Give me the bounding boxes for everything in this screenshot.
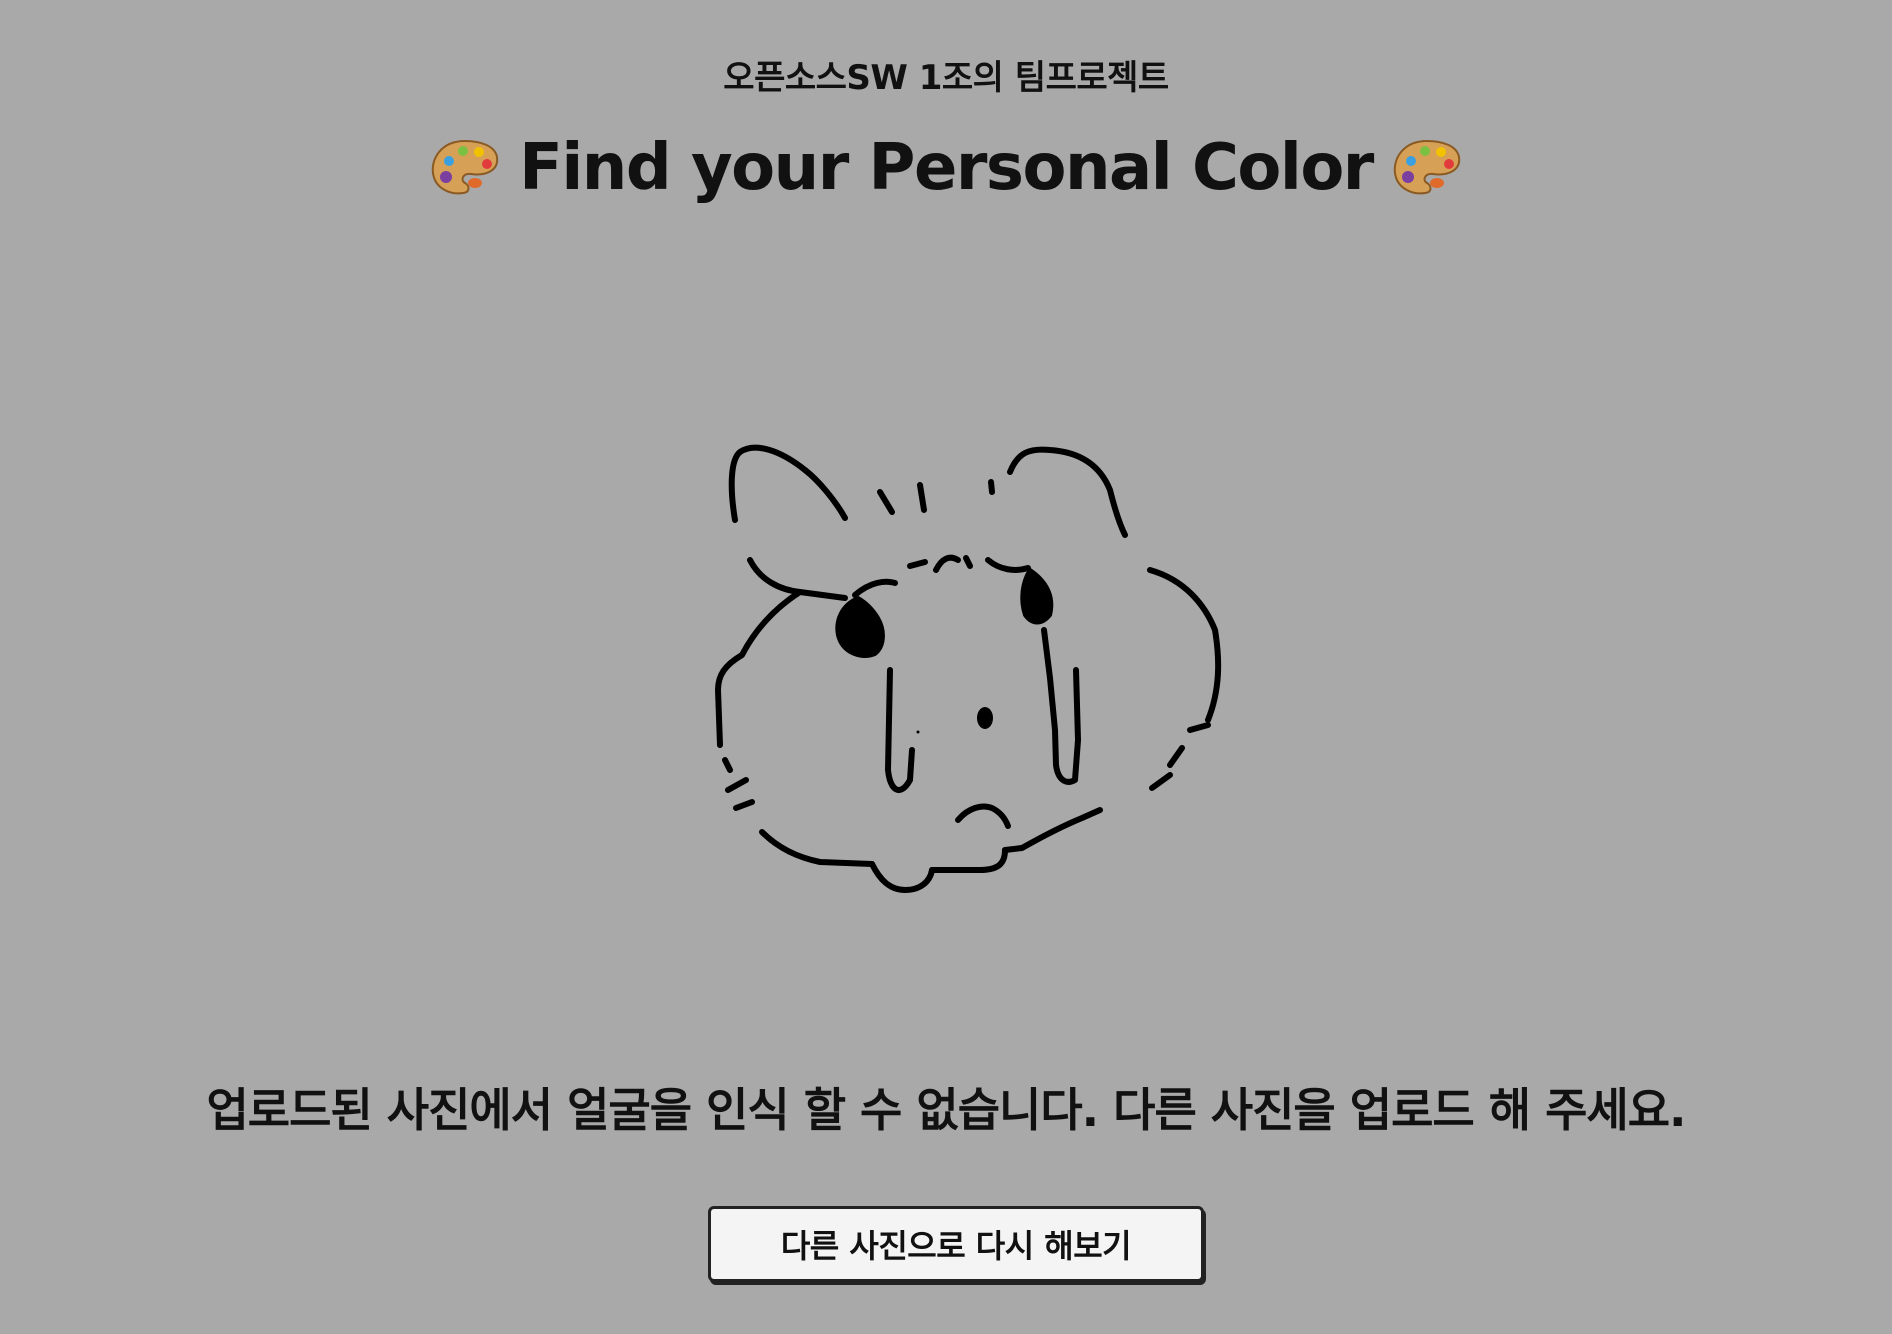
artist-palette-icon [1393,139,1460,195]
page: 오픈소스SW 1조의 팀프로젝트 Find your Personal Colo… [0,0,1892,1334]
page-title-row: Find your Personal Color [0,128,1892,208]
retry-with-another-photo-button[interactable]: 다른 사진으로 다시 해보기 [708,1206,1204,1282]
artist-palette-icon [431,139,499,195]
face-not-detected-message: 업로드된 사진에서 얼굴을 인식 할 수 없습니다. 다른 사진을 업로드 해 … [206,1083,1686,1137]
team-project-subtitle: 오픈소스SW 1조의 팀프로젝트 [723,58,1169,98]
page-title: Find your Personal Color [519,131,1374,205]
uploaded-image-drawing [715,444,1222,893]
